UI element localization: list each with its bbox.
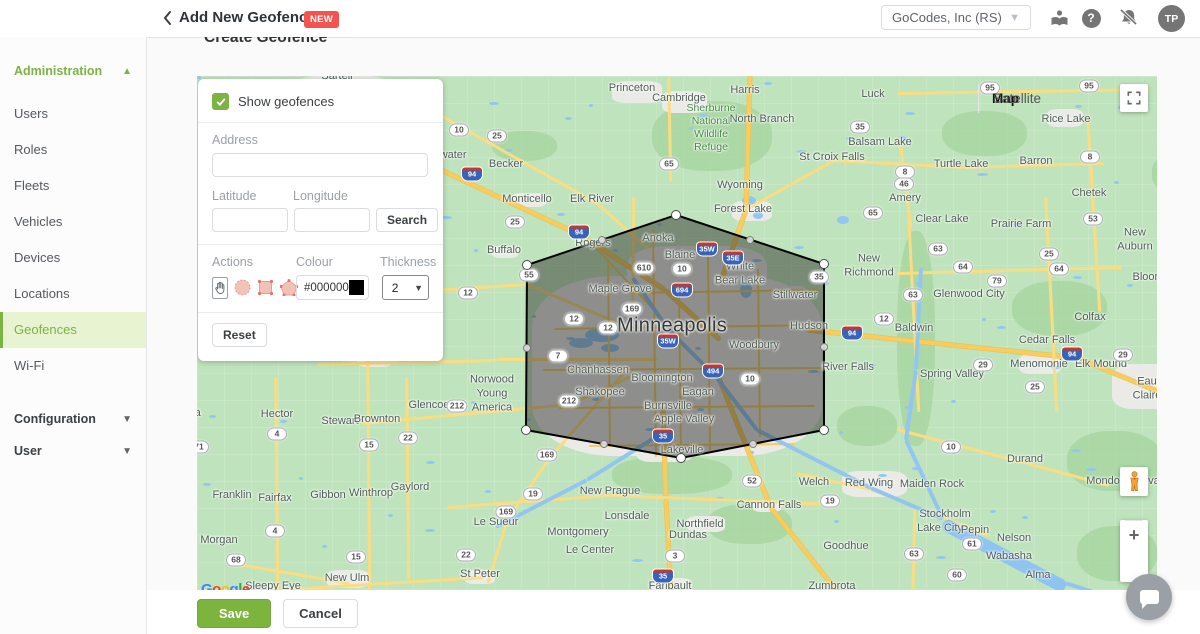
actions-label: Actions xyxy=(212,255,296,269)
geofence-vertex-handle[interactable] xyxy=(522,260,532,270)
sidebar-section-label: User xyxy=(14,444,42,458)
support-icon[interactable] xyxy=(1047,6,1071,30)
search-button[interactable]: Search xyxy=(376,208,438,232)
geofence-midpoint-handle[interactable] xyxy=(746,236,754,244)
geofence-midpoint-handle[interactable] xyxy=(820,343,828,351)
chat-bubble-button[interactable] xyxy=(1126,574,1172,620)
notifications-off-icon[interactable] xyxy=(1117,6,1141,30)
thickness-value: 2 xyxy=(392,281,399,295)
chevron-down-icon: ▼ xyxy=(414,283,423,293)
geofence-vertex-handle[interactable] xyxy=(521,425,531,435)
top-header: Add New Geofence NEW GoCodes, Inc (RS) ▼… xyxy=(0,0,1200,37)
reset-button[interactable]: Reset xyxy=(212,323,267,347)
sidebar-item-locations[interactable]: Locations xyxy=(0,276,146,312)
geofence-midpoint-handle[interactable] xyxy=(600,440,608,448)
thickness-label: Thickness xyxy=(380,255,429,269)
sidebar-item-wi-fi[interactable]: Wi-Fi xyxy=(0,348,146,384)
street-view-pegman[interactable] xyxy=(1120,467,1148,496)
sidebar-item-geofences[interactable]: Geofences xyxy=(0,312,146,348)
colour-label: Colour xyxy=(296,255,380,269)
chevron-up-icon: ▲ xyxy=(122,66,132,77)
zoom-control: + − xyxy=(1120,520,1148,582)
app-window: Administration ▲ UsersRolesFleetsVehicle… xyxy=(0,0,1200,634)
geofence-vertex-handle[interactable] xyxy=(819,425,829,435)
sidebar-section-administration[interactable]: Administration ▲ xyxy=(0,63,146,79)
sidebar-item-roles[interactable]: Roles xyxy=(0,132,146,168)
draw-circle-tool[interactable] xyxy=(234,278,251,298)
zoom-out-button[interactable]: − xyxy=(1120,520,1148,550)
user-avatar[interactable]: TP xyxy=(1158,5,1185,32)
geofence-midpoint-handle[interactable] xyxy=(523,344,531,352)
sidebar-section-label: Configuration xyxy=(14,412,96,426)
pan-hand-tool[interactable] xyxy=(212,277,228,299)
map-type-satellite-button[interactable]: Satellite xyxy=(978,84,1055,113)
page-title: Add New Geofence xyxy=(179,9,316,26)
sidebar-section-user[interactable]: User ▼ xyxy=(0,443,146,459)
show-geofences-label: Show geofences xyxy=(238,94,334,109)
geofence-vertex-handle[interactable] xyxy=(676,453,686,463)
draw-rectangle-tool[interactable] xyxy=(257,278,274,298)
colour-input[interactable]: #000000 xyxy=(296,275,369,300)
help-icon[interactable]: ? xyxy=(1079,6,1103,30)
sidebar-item-users[interactable]: Users xyxy=(0,96,146,132)
longitude-label: Longitude xyxy=(293,189,348,203)
cancel-button[interactable]: Cancel xyxy=(283,599,358,628)
sidebar-section-configuration[interactable]: Configuration ▼ xyxy=(0,411,146,427)
content-area: Create Geofence SartellPrincetonSherburn… xyxy=(147,37,1200,634)
geofence-vertex-handle[interactable] xyxy=(819,259,829,269)
chat-icon xyxy=(1140,590,1159,604)
sidebar-item-vehicles[interactable]: Vehicles xyxy=(0,204,146,240)
sidebar-item-fleets[interactable]: Fleets xyxy=(0,168,146,204)
chevron-down-icon: ▼ xyxy=(122,414,132,425)
chevron-down-icon: ▼ xyxy=(122,446,132,457)
latitude-label: Latitude xyxy=(212,189,273,203)
geofence-midpoint-handle[interactable] xyxy=(598,236,606,244)
organization-select[interactable]: GoCodes, Inc (RS) ▼ xyxy=(881,5,1031,30)
colour-value: #000000 xyxy=(304,282,349,294)
save-button[interactable]: Save xyxy=(197,599,271,628)
back-button[interactable] xyxy=(160,8,178,28)
thickness-select[interactable]: 2 ▼ xyxy=(382,275,429,300)
map-canvas[interactable]: SartellPrincetonSherburne National Wildl… xyxy=(197,76,1157,590)
longitude-input[interactable] xyxy=(294,208,370,232)
chevron-down-icon: ▼ xyxy=(1009,12,1020,24)
new-badge: NEW xyxy=(304,11,339,28)
colour-swatch[interactable] xyxy=(349,280,364,295)
sidebar-admin-items: UsersRolesFleetsVehiclesDevicesLocations… xyxy=(0,96,146,384)
geofence-vertex-handle[interactable] xyxy=(671,210,681,220)
sidebar-section-label: Administration xyxy=(14,64,102,78)
fullscreen-button[interactable] xyxy=(1120,84,1148,112)
geofence-midpoint-handle[interactable] xyxy=(749,440,757,448)
address-input[interactable] xyxy=(212,153,428,177)
show-geofences-checkbox[interactable] xyxy=(212,93,229,110)
organization-select-value: GoCodes, Inc (RS) xyxy=(892,10,1002,25)
geofence-panel: Show geofences Address Latitude Longitud… xyxy=(198,79,443,361)
latitude-input[interactable] xyxy=(212,208,288,232)
sidebar-item-devices[interactable]: Devices xyxy=(0,240,146,276)
sidebar: Administration ▲ UsersRolesFleetsVehicle… xyxy=(0,0,147,634)
address-label: Address xyxy=(212,133,429,147)
